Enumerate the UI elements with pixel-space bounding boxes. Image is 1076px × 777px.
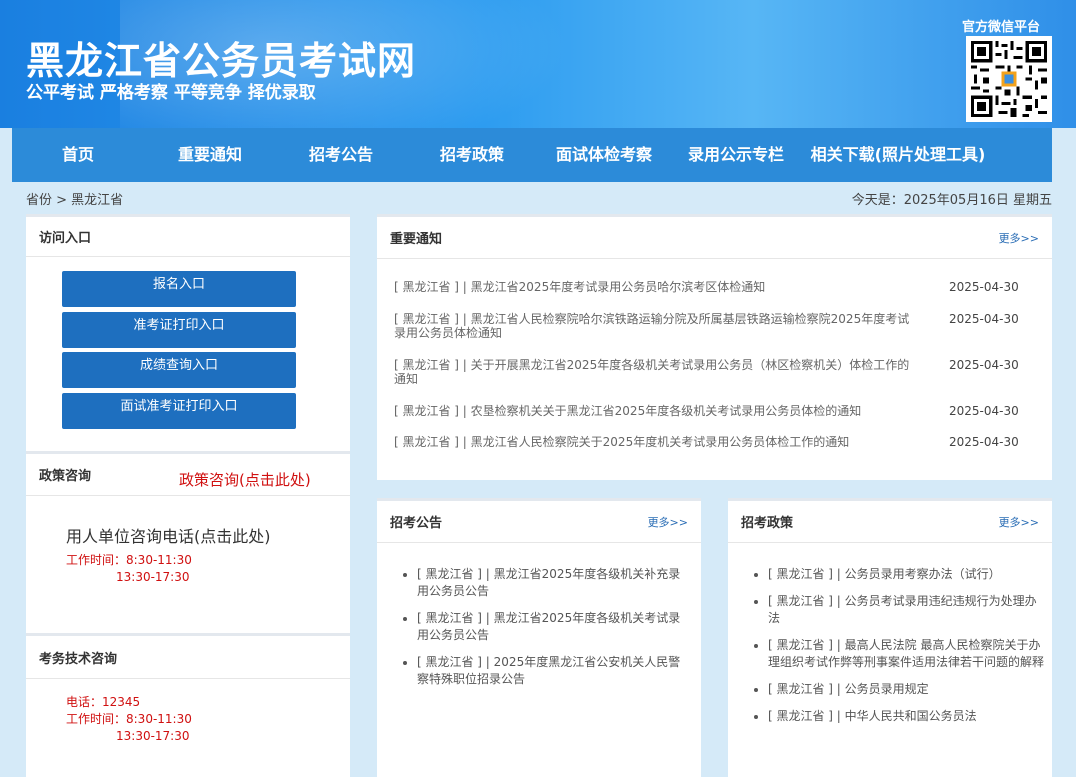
- site-title[interactable]: 黑龙江省公务员考试网: [26, 30, 416, 85]
- announcements-panel-header: 招考公告 更多>>: [377, 501, 701, 543]
- notice-item[interactable]: [ 黑龙江省 ] | 农垦检察机关关于黑龙江省2025年度各级机关考试录用公务员…: [394, 404, 1034, 418]
- tech-hours-line2: 13:30-17:30: [116, 729, 190, 743]
- policy-consult-title: 政策咨询: [39, 469, 92, 484]
- site-header: 黑龙江省公务员考试网 公平考试 严格考察 平等竞争 择优录取 官方微信平台: [0, 0, 1076, 128]
- nav-item-downloads[interactable]: 相关下载(照片处理工具): [802, 128, 994, 182]
- nav-item-notices[interactable]: 重要通知: [144, 128, 276, 182]
- access-panel-title: 访问入口: [39, 231, 92, 246]
- notice-title[interactable]: [ 黑龙江省 ] | 黑龙江省人民检察院哈尔滨铁路运输分院及所属基层铁路运输检察…: [394, 312, 914, 340]
- nav-item-announcements[interactable]: 招考公告: [276, 128, 406, 182]
- tech-hours-line1: 工作时间：8:30-11:30: [66, 712, 192, 726]
- policy-consult-panel: 政策咨询 政策咨询(点击此处) 用人单位咨询电话(点击此处) 工作时间：8:30…: [26, 451, 350, 633]
- admission-ticket-button[interactable]: 准考证打印入口: [62, 312, 296, 348]
- list-item[interactable]: [ 黑龙江省 ] | 公务员考试录用违纪违规行为处理办法: [768, 593, 1048, 627]
- policies-panel-header: 招考政策 更多>>: [728, 501, 1052, 543]
- policies-more-link[interactable]: 更多>>: [999, 514, 1039, 530]
- list-item[interactable]: [ 黑龙江省 ] | 黑龙江省2025年度各级机关补充录用公务员公告: [417, 566, 687, 600]
- announcements-list: [ 黑龙江省 ] | 黑龙江省2025年度各级机关补充录用公务员公告 [ 黑龙江…: [417, 566, 687, 698]
- score-query-button[interactable]: 成绩查询入口: [62, 352, 296, 388]
- policies-panel-title: 招考政策: [741, 516, 794, 531]
- breadcrumb: 省份 > 黑龙江省: [26, 193, 124, 208]
- list-item[interactable]: [ 黑龙江省 ] | 中华人民共和国公务员法: [768, 708, 1048, 725]
- policies-list: [ 黑龙江省 ] | 公务员录用考察办法（试行） [ 黑龙江省 ] | 公务员考…: [768, 566, 1048, 735]
- notices-more-link[interactable]: 更多>>: [999, 230, 1039, 246]
- notice-date: 2025-04-30: [949, 404, 1019, 418]
- announcements-panel: 招考公告 更多>> [ 黑龙江省 ] | 黑龙江省2025年度各级机关补充录用公…: [377, 498, 701, 777]
- list-item[interactable]: [ 黑龙江省 ] | 公务员录用规定: [768, 681, 1048, 698]
- access-panel: 访问入口 报名入口 准考证打印入口 成绩查询入口 面试准考证打印入口: [26, 214, 350, 451]
- list-item[interactable]: [ 黑龙江省 ] | 最高人民法院 最高人民检察院关于办理组织考试作弊等刑事案件…: [768, 637, 1048, 671]
- register-entry-button[interactable]: 报名入口: [62, 271, 296, 307]
- notice-title[interactable]: [ 黑龙江省 ] | 黑龙江省人民检察院关于2025年度机关考试录用公务员体检工…: [394, 435, 914, 449]
- tech-consult-title: 考务技术咨询: [39, 651, 118, 667]
- notice-item[interactable]: [ 黑龙江省 ] | 关于开展黑龙江省2025年度各级机关考试录用公务员（林区检…: [394, 358, 1034, 386]
- policy-consult-link[interactable]: 政策咨询(点击此处): [179, 469, 311, 490]
- list-item[interactable]: [ 黑龙江省 ] | 黑龙江省2025年度各级机关考试录用公务员公告: [417, 610, 687, 644]
- access-panel-header: 访问入口: [26, 217, 350, 257]
- main-nav: 首页 重要通知 招考公告 招考政策 面试体检考察 录用公示专栏 相关下载(照片处…: [12, 128, 1052, 182]
- tech-consult-header: 考务技术咨询: [26, 636, 350, 679]
- notice-date: 2025-04-30: [949, 312, 1019, 326]
- notice-title[interactable]: [ 黑龙江省 ] | 黑龙江省2025年度考试录用公务员哈尔滨考区体检通知: [394, 280, 914, 294]
- notices-panel: 重要通知 更多>> [ 黑龙江省 ] | 黑龙江省2025年度考试录用公务员哈尔…: [377, 214, 1052, 480]
- notice-date: 2025-04-30: [949, 280, 1019, 294]
- notice-item[interactable]: [ 黑龙江省 ] | 黑龙江省人民检察院哈尔滨铁路运输分院及所属基层铁路运输检察…: [394, 312, 1034, 340]
- policies-panel: 招考政策 更多>> [ 黑龙江省 ] | 公务员录用考察办法（试行） [ 黑龙江…: [728, 498, 1052, 777]
- announcements-panel-title: 招考公告: [390, 516, 443, 531]
- policy-hours-line1: 工作时间：8:30-11:30: [66, 553, 192, 567]
- employer-consult-link[interactable]: 用人单位咨询电话(点击此处): [66, 523, 271, 547]
- notice-title[interactable]: [ 黑龙江省 ] | 关于开展黑龙江省2025年度各级机关考试录用公务员（林区检…: [394, 358, 914, 386]
- notice-date: 2025-04-30: [949, 358, 1019, 372]
- list-item[interactable]: [ 黑龙江省 ] | 2025年度黑龙江省公安机关人民警察特殊职位招录公告: [417, 654, 687, 688]
- notices-panel-title: 重要通知: [390, 232, 443, 247]
- announcements-more-link[interactable]: 更多>>: [648, 514, 688, 530]
- current-date: 今天是：2025年05月16日 星期五: [851, 193, 1052, 208]
- nav-item-public-list[interactable]: 录用公示专栏: [670, 128, 802, 182]
- list-item[interactable]: [ 黑龙江省 ] | 公务员录用考察办法（试行）: [768, 566, 1048, 583]
- interview-ticket-button[interactable]: 面试准考证打印入口: [62, 393, 296, 429]
- notices-panel-header: 重要通知 更多>>: [377, 217, 1052, 259]
- nav-item-home[interactable]: 首页: [12, 128, 144, 182]
- notice-date: 2025-04-30: [949, 435, 1019, 449]
- qr-code-icon: [966, 36, 1052, 122]
- notice-item[interactable]: [ 黑龙江省 ] | 黑龙江省人民检察院关于2025年度机关考试录用公务员体检工…: [394, 435, 1034, 449]
- notice-title[interactable]: [ 黑龙江省 ] | 农垦检察机关关于黑龙江省2025年度各级机关考试录用公务员…: [394, 404, 914, 418]
- tech-consult-panel: 考务技术咨询 电话：12345 工作时间：8:30-11:30 13:30-17…: [26, 633, 350, 777]
- qr-title: 官方微信平台: [962, 20, 1041, 35]
- policy-hours-line2: 13:30-17:30: [116, 570, 190, 584]
- tech-phone: 电话：12345: [66, 695, 141, 709]
- nav-item-policies[interactable]: 招考政策: [406, 128, 538, 182]
- site-slogan: 公平考试 严格考察 平等竞争 择优录取: [26, 83, 316, 103]
- nav-item-interview[interactable]: 面试体检考察: [538, 128, 670, 182]
- notice-item[interactable]: [ 黑龙江省 ] | 黑龙江省2025年度考试录用公务员哈尔滨考区体检通知 20…: [394, 280, 1034, 294]
